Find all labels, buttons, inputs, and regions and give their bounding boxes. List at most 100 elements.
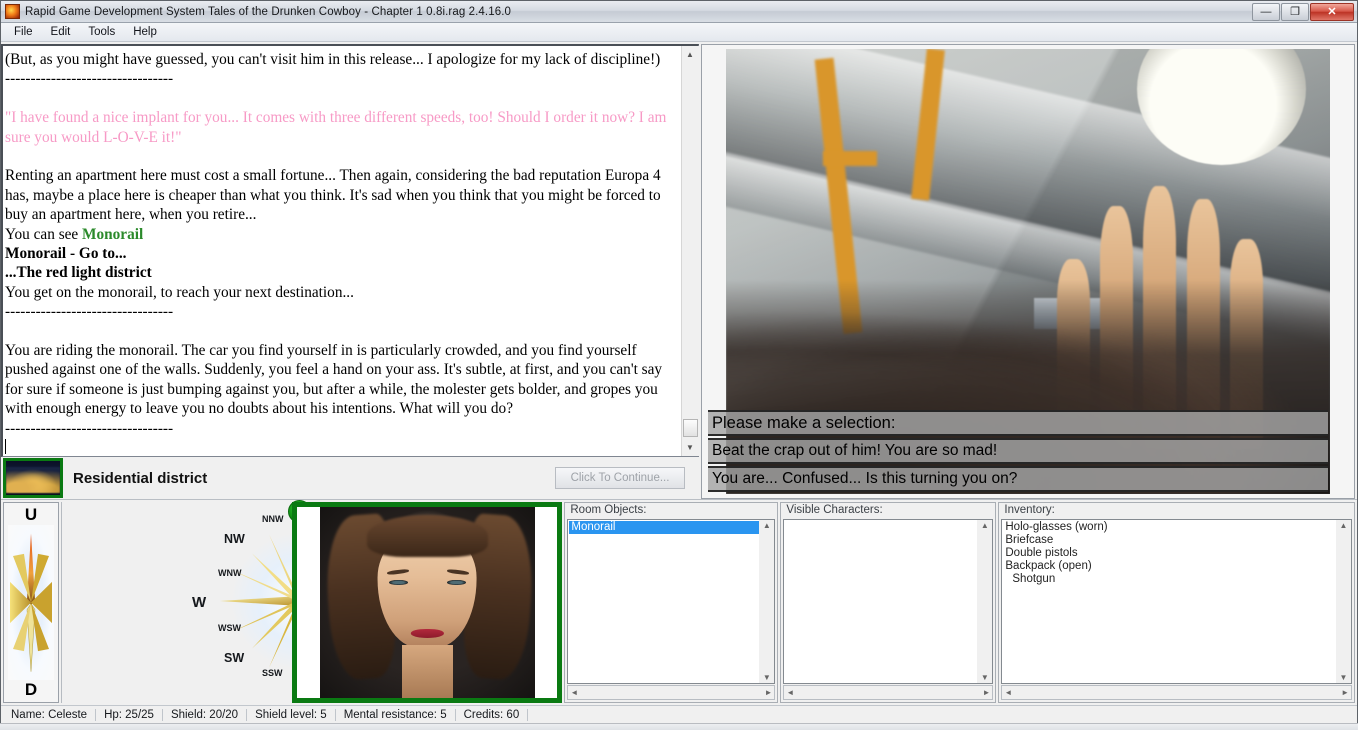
story-blank — [5, 89, 675, 108]
minimize-button[interactable]: — — [1252, 3, 1280, 21]
story-divider: --------------------------------- — [5, 419, 174, 437]
portrait-hair-top — [367, 514, 488, 557]
lower-region: U D W NW SW NNW WNW WSW SSW Room Objects… — [1, 499, 1357, 705]
compass-label-nnw[interactable]: NNW — [262, 514, 284, 524]
vertical-compass-rose-icon — [8, 525, 54, 680]
text-caret — [5, 439, 6, 455]
inventory-title: Inventory: — [999, 503, 1355, 519]
compass-label-wsw[interactable]: WSW — [218, 623, 241, 633]
scroll-right-icon[interactable]: ► — [1341, 688, 1349, 697]
status-mental-resistance: Mental resistance: 5 — [336, 709, 456, 721]
scroll-up-icon[interactable]: ▲ — [1340, 521, 1348, 530]
status-credits: Credits: 60 — [456, 709, 529, 721]
menu-item-help[interactable]: Help — [125, 25, 165, 39]
scroll-left-icon[interactable]: ◄ — [786, 688, 794, 697]
scroll-down-icon[interactable]: ▼ — [681, 439, 699, 456]
scene-tape-cross — [822, 151, 877, 166]
list-item[interactable]: Shotgun — [1003, 573, 1336, 586]
upper-region: (But, as you might have guessed, you can… — [1, 42, 1357, 499]
portrait-image — [319, 507, 535, 698]
inventory-body: Holo-glasses (worn) Briefcase Double pis… — [1001, 519, 1353, 684]
player-character-portrait[interactable] — [292, 502, 563, 703]
room-objects-body: Monorail ▲ ▼ — [567, 519, 776, 684]
room-objects-title: Room Objects: — [565, 503, 778, 519]
scroll-right-icon[interactable]: ► — [982, 688, 990, 697]
selection-option-1[interactable]: You are... Confused... Is this turning y… — [708, 466, 1328, 492]
thumbnail-city — [6, 467, 60, 493]
story-see-prefix: You can see — [5, 225, 83, 243]
story-line-pink: "I have found a nice implant for you... … — [5, 109, 667, 146]
list-item[interactable]: Backpack (open) — [1003, 560, 1336, 573]
inventory-list[interactable]: Holo-glasses (worn) Briefcase Double pis… — [1001, 519, 1337, 684]
story-text[interactable]: (But, as you might have guessed, you can… — [3, 46, 681, 456]
list-item[interactable]: Double pistols — [1003, 547, 1336, 560]
inventory-panel: Inventory: Holo-glasses (worn) Briefcase… — [998, 502, 1356, 703]
visible-characters-hscrollbar[interactable]: ◄ ► — [783, 685, 994, 700]
visible-characters-list[interactable] — [783, 519, 978, 684]
scroll-left-icon[interactable]: ◄ — [1004, 688, 1012, 697]
click-to-continue-button[interactable]: Click To Continue... — [555, 467, 685, 489]
story-action-title: Monorail - Go to... — [5, 245, 127, 263]
visible-characters-vscrollbar[interactable]: ▲ ▼ — [977, 519, 994, 684]
story-divider: --------------------------------- — [5, 303, 174, 321]
compass-label-nw[interactable]: NW — [224, 532, 245, 546]
scroll-down-icon[interactable]: ▼ — [763, 673, 771, 682]
menu-item-file[interactable]: File — [6, 25, 41, 39]
room-objects-hscrollbar[interactable]: ◄ ► — [567, 685, 776, 700]
inventory-vscrollbar[interactable]: ▲ ▼ — [1336, 519, 1353, 684]
selection-option-0[interactable]: Beat the crap out of him! You are so mad… — [708, 438, 1328, 464]
compass-label-wnw[interactable]: WNW — [218, 568, 242, 578]
story-scrollbar[interactable]: ▲ ▼ — [681, 46, 699, 456]
restore-button[interactable]: ❐ — [1281, 3, 1309, 21]
close-button[interactable]: ✕ — [1310, 3, 1354, 21]
flame-icon — [5, 4, 20, 19]
status-hp: Hp: 25/25 — [96, 709, 163, 721]
window-controls: — ❐ ✕ — [1251, 3, 1354, 21]
visible-characters-panel: Visible Characters: ▲ ▼ ◄ ► — [780, 502, 997, 703]
list-item[interactable]: Holo-glasses (worn) — [1003, 521, 1336, 534]
scroll-thumb[interactable] — [682, 419, 698, 437]
story-divider: --------------------------------- — [5, 70, 174, 88]
scroll-down-icon[interactable]: ▼ — [981, 673, 989, 682]
scroll-up-icon[interactable]: ▲ — [763, 521, 771, 530]
vertical-rose-svg — [10, 533, 52, 672]
list-item[interactable]: Monorail — [569, 521, 760, 534]
taskbar[interactable] — [0, 723, 1358, 730]
scroll-down-icon[interactable]: ▼ — [1340, 673, 1348, 682]
status-bar: Name: Celeste Hp: 25/25 Shield: 20/20 Sh… — [1, 705, 1357, 724]
story-line: Renting an apartment here must cost a sm… — [5, 167, 661, 224]
status-shield: Shield: 20/20 — [163, 709, 248, 721]
compass-label-ssw[interactable]: SSW — [262, 668, 283, 678]
room-objects-panel: Room Objects: Monorail ▲ ▼ ◄ ► — [564, 502, 779, 703]
window-title: Rapid Game Development System Tales of t… — [25, 5, 511, 18]
portrait-neck — [401, 644, 454, 698]
story-panel: (But, as you might have guessed, you can… — [1, 44, 699, 457]
scroll-track[interactable] — [681, 63, 699, 439]
status-shield-level: Shield level: 5 — [247, 709, 336, 721]
location-bar: Residential district Click To Continue..… — [1, 457, 699, 499]
room-objects-vscrollbar[interactable]: ▲ ▼ — [759, 519, 776, 684]
compass-label-w[interactable]: W — [192, 594, 206, 611]
application-window: Rapid Game Development System Tales of t… — [0, 0, 1358, 724]
status-name: Name: Celeste — [3, 709, 97, 721]
menu-item-edit[interactable]: Edit — [43, 25, 79, 39]
story-action-result: You get on the monorail, to reach your n… — [5, 283, 354, 301]
list-item[interactable]: Briefcase — [1003, 534, 1336, 547]
up-down-compass-panel[interactable]: U D — [3, 502, 59, 703]
city-night-thumbnail-icon[interactable] — [3, 458, 63, 498]
scroll-right-icon[interactable]: ► — [764, 688, 772, 697]
scroll-up-icon[interactable]: ▲ — [681, 46, 699, 63]
scroll-left-icon[interactable]: ◄ — [570, 688, 578, 697]
inventory-hscrollbar[interactable]: ◄ ► — [1001, 685, 1353, 700]
compass-label-sw[interactable]: SW — [224, 651, 244, 665]
title-bar[interactable]: Rapid Game Development System Tales of t… — [1, 1, 1357, 23]
direction-up-label[interactable]: U — [25, 505, 37, 525]
story-see-object[interactable]: Monorail — [82, 226, 143, 243]
menu-item-tools[interactable]: Tools — [80, 25, 123, 39]
scroll-up-icon[interactable]: ▲ — [981, 521, 989, 530]
portrait-lips — [411, 629, 444, 638]
room-objects-list[interactable]: Monorail — [567, 519, 760, 684]
info-panels: Room Objects: Monorail ▲ ▼ ◄ ► Visible C… — [564, 500, 1357, 705]
visible-characters-body: ▲ ▼ — [783, 519, 994, 684]
direction-down-label[interactable]: D — [25, 680, 37, 700]
